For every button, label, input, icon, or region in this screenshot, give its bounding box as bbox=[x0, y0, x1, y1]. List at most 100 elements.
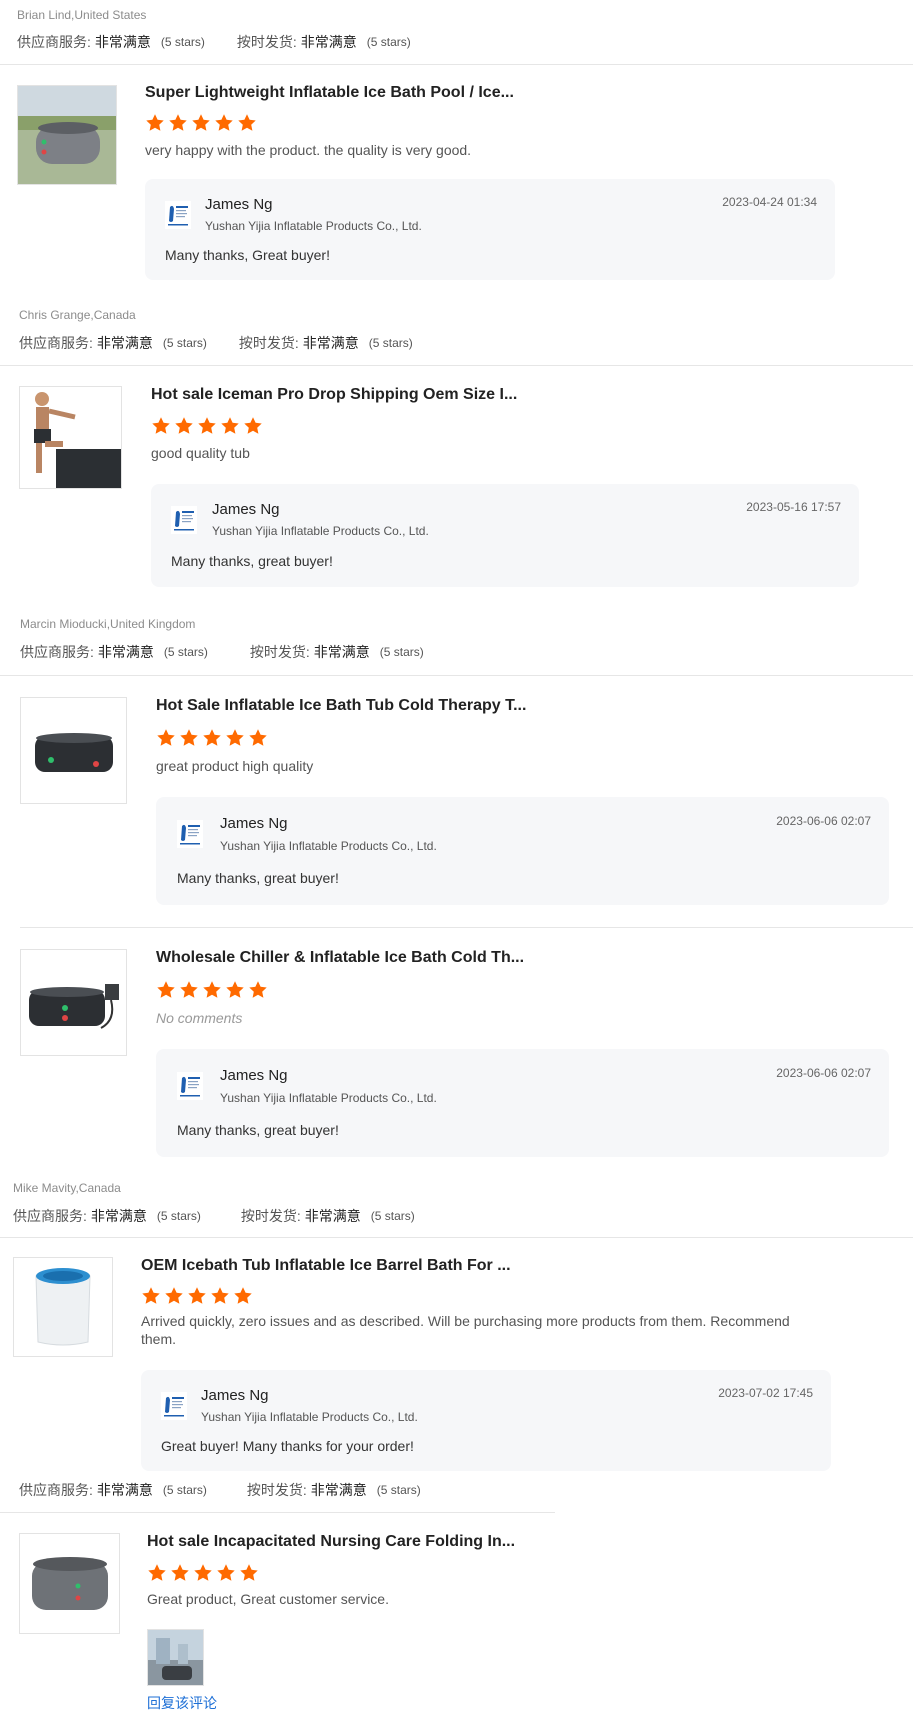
rating-summary: 供应商服务: 非常满意 (5 stars) 按时发货: 非常满意 (5 stars) bbox=[17, 32, 443, 52]
divider bbox=[0, 675, 913, 676]
on-time-shipping-value: 非常满意 bbox=[302, 335, 359, 351]
rating-summary: 供应商服务: 非常满意 (5 stars) 按时发货: 非常满意 (5 stars) bbox=[19, 333, 445, 353]
product-thumbnail[interactable] bbox=[19, 386, 122, 489]
reply-text: Many thanks, Great buyer! bbox=[165, 247, 330, 263]
star-icon bbox=[233, 1286, 253, 1306]
star-icon bbox=[170, 1563, 190, 1583]
reviewer-name: Marcin Mioducki,United Kingdom bbox=[20, 617, 196, 631]
star-icon bbox=[141, 1286, 161, 1306]
star-icon bbox=[179, 980, 199, 1000]
star-icon bbox=[174, 416, 194, 436]
product-thumbnail[interactable] bbox=[20, 697, 127, 804]
divider bbox=[20, 927, 913, 928]
star-icon bbox=[187, 1286, 207, 1306]
supplier-name: James Ng bbox=[205, 196, 273, 213]
on-time-shipping-value: 非常满意 bbox=[300, 34, 357, 50]
company-logo-icon bbox=[177, 1072, 203, 1100]
divider bbox=[0, 1237, 913, 1238]
reply-date: 2023-04-24 01:34 bbox=[722, 195, 817, 209]
star-icon bbox=[168, 113, 188, 133]
supplier-company: Yushan Yijia Inflatable Products Co., Lt… bbox=[201, 1410, 418, 1424]
review-comment: great product high quality bbox=[156, 758, 314, 774]
star-rating bbox=[156, 728, 268, 748]
supplier-service-label: 供应商服务: bbox=[20, 644, 94, 660]
star-icon bbox=[202, 728, 222, 748]
supplier-name: James Ng bbox=[212, 501, 280, 518]
supplier-service-stars: (5 stars) bbox=[163, 645, 208, 659]
star-rating bbox=[156, 980, 268, 1000]
product-thumbnail[interactable] bbox=[13, 1257, 113, 1357]
on-time-shipping-label: 按时发货: bbox=[246, 1482, 307, 1498]
divider bbox=[0, 1512, 555, 1513]
reply-date: 2023-07-02 17:45 bbox=[718, 1386, 813, 1400]
rating-summary: 供应商服务: 非常满意 (5 stars) 按时发货: 非常满意 (5 stars) bbox=[19, 1480, 453, 1500]
supplier-service-value: 非常满意 bbox=[90, 1208, 147, 1224]
company-logo-icon bbox=[171, 506, 197, 534]
product-title[interactable]: Wholesale Chiller & Inflatable Ice Bath … bbox=[156, 949, 524, 967]
supplier-name: James Ng bbox=[220, 1067, 288, 1084]
on-time-shipping-stars: (5 stars) bbox=[376, 1483, 421, 1497]
supplier-service-stars: (5 stars) bbox=[160, 35, 205, 49]
supplier-service-label: 供应商服务: bbox=[17, 34, 91, 50]
product-thumbnail[interactable] bbox=[17, 85, 117, 185]
star-icon bbox=[179, 728, 199, 748]
star-icon bbox=[216, 1563, 236, 1583]
star-icon bbox=[202, 980, 222, 1000]
reply-date: 2023-06-06 02:07 bbox=[776, 1066, 871, 1080]
supplier-service-stars: (5 stars) bbox=[162, 336, 207, 350]
divider bbox=[0, 365, 913, 366]
product-thumbnail[interactable] bbox=[19, 1533, 120, 1634]
product-title[interactable]: Super Lightweight Inflatable Ice Bath Po… bbox=[145, 84, 514, 102]
company-logo-icon bbox=[165, 201, 191, 229]
on-time-shipping-label: 按时发货: bbox=[238, 335, 299, 351]
review-comment: very happy with the product. the quality… bbox=[145, 142, 472, 158]
star-icon bbox=[243, 416, 263, 436]
star-rating bbox=[147, 1563, 259, 1583]
product-title[interactable]: Hot Sale Inflatable Ice Bath Tub Cold Th… bbox=[156, 697, 526, 715]
on-time-shipping-label: 按时发货: bbox=[236, 34, 297, 50]
supplier-name: James Ng bbox=[220, 815, 288, 832]
star-icon bbox=[164, 1286, 184, 1306]
supplier-reply: James Ng Yushan Yijia Inflatable Product… bbox=[141, 1370, 831, 1471]
star-icon bbox=[156, 728, 176, 748]
star-icon bbox=[248, 728, 268, 748]
supplier-reply: James Ng Yushan Yijia Inflatable Product… bbox=[156, 797, 889, 905]
supplier-service-label: 供应商服务: bbox=[19, 1482, 93, 1498]
star-icon bbox=[214, 113, 234, 133]
reviewer-name: Chris Grange,Canada bbox=[19, 308, 136, 322]
star-icon bbox=[248, 980, 268, 1000]
product-title[interactable]: OEM Icebath Tub Inflatable Ice Barrel Ba… bbox=[141, 1257, 511, 1275]
supplier-service-value: 非常满意 bbox=[94, 34, 151, 50]
reply-to-review-link[interactable]: 回复该评论 bbox=[147, 1693, 217, 1713]
on-time-shipping-value: 非常满意 bbox=[313, 644, 370, 660]
review-comment: Arrived quickly, zero issues and as desc… bbox=[141, 1313, 790, 1347]
star-icon bbox=[193, 1563, 213, 1583]
reviewer-name: Mike Mavity,Canada bbox=[13, 1181, 121, 1195]
star-rating bbox=[145, 113, 257, 133]
product-thumbnail[interactable] bbox=[20, 949, 127, 1056]
on-time-shipping-stars: (5 stars) bbox=[366, 35, 411, 49]
star-icon bbox=[225, 980, 245, 1000]
star-icon bbox=[237, 113, 257, 133]
supplier-service-stars: (5 stars) bbox=[162, 1483, 207, 1497]
reply-text: Many thanks, great buyer! bbox=[177, 1122, 339, 1138]
reviewer-name: Brian Lind,United States bbox=[17, 8, 147, 22]
rating-summary: 供应商服务: 非常满意 (5 stars) 按时发货: 非常满意 (5 stars) bbox=[20, 642, 456, 662]
reply-text: Many thanks, great buyer! bbox=[171, 553, 333, 569]
supplier-service-value: 非常满意 bbox=[97, 644, 154, 660]
review-comment: good quality tub bbox=[151, 445, 250, 461]
star-icon bbox=[220, 416, 240, 436]
reply-date: 2023-06-06 02:07 bbox=[776, 814, 871, 828]
review-comment: No comments bbox=[156, 1010, 243, 1026]
star-icon bbox=[151, 416, 171, 436]
on-time-shipping-stars: (5 stars) bbox=[379, 645, 424, 659]
review-photo[interactable] bbox=[147, 1629, 204, 1686]
supplier-company: Yushan Yijia Inflatable Products Co., Lt… bbox=[205, 219, 422, 233]
divider bbox=[0, 64, 913, 65]
supplier-service-value: 非常满意 bbox=[96, 335, 153, 351]
supplier-company: Yushan Yijia Inflatable Products Co., Lt… bbox=[220, 839, 437, 853]
star-icon bbox=[147, 1563, 167, 1583]
product-title[interactable]: Hot sale Incapacitated Nursing Care Fold… bbox=[147, 1533, 515, 1551]
product-title[interactable]: Hot sale Iceman Pro Drop Shipping Oem Si… bbox=[151, 386, 517, 404]
company-logo-icon bbox=[161, 1392, 187, 1420]
